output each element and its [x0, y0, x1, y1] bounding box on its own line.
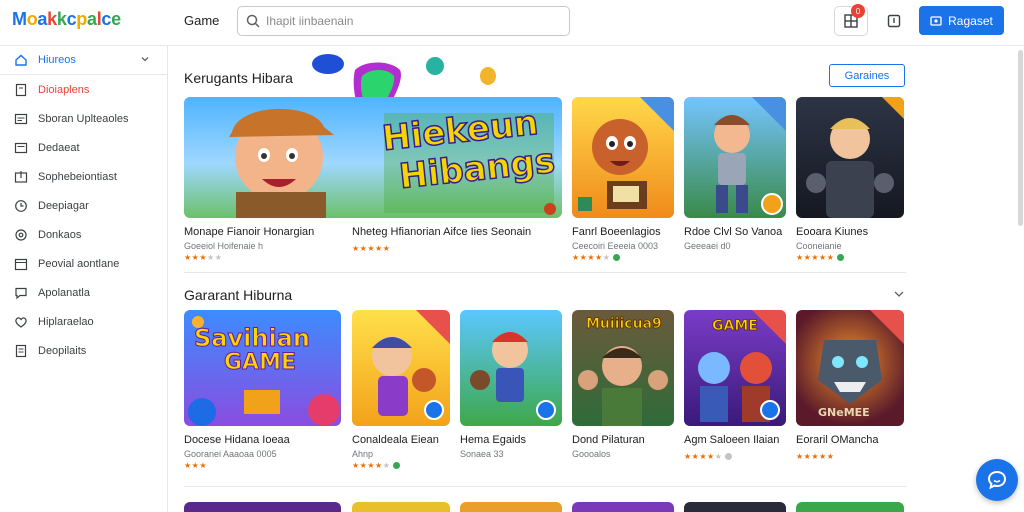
game-thumbnail[interactable]: [460, 502, 562, 512]
file-icon: [15, 83, 27, 96]
game-card[interactable]: Fanrl Boeenlagios Ceecoiri Eeeeia 0003 ★…: [572, 97, 674, 262]
rating-stars: ★★★★★: [796, 452, 835, 461]
list-icon: [14, 142, 28, 153]
rating-stars: ★★★★★: [572, 253, 674, 262]
rating-stars: ★★★★★: [684, 452, 786, 461]
chevron-down-icon[interactable]: [141, 55, 149, 63]
chevron-down-icon[interactable]: [894, 290, 904, 298]
sidebar-item-dedaeat[interactable]: Dedaeat: [0, 133, 167, 162]
rating-stars: ★★★: [184, 461, 208, 470]
rating-stars: ★★★★★: [796, 253, 904, 262]
sidebar-item-screen-updates[interactable]: Sboran Uplteaoles: [0, 104, 167, 133]
document-icon: [15, 344, 27, 357]
sidebar-item-deepiagar[interactable]: Deepiagar: [0, 191, 167, 220]
register-button[interactable]: Ragaset: [919, 6, 1004, 35]
app-logo[interactable]: Moakkcpalce: [12, 9, 121, 30]
rating-stars: ★★★★★: [352, 244, 391, 253]
see-all-button[interactable]: Garaines: [829, 64, 905, 87]
calendar-icon: [14, 258, 28, 270]
sidebar-item-displays[interactable]: Dioiaplens: [0, 75, 167, 104]
game-thumbnail[interactable]: [352, 502, 450, 512]
sidebar-item-provial[interactable]: Peovial aontlane: [0, 249, 167, 278]
game-thumbnail[interactable]: [684, 502, 786, 512]
game-card[interactable]: Conaldeala Eiean Ahnp ★★★★★: [352, 310, 450, 470]
game-card[interactable]: Savihian GAME Docese Hidana Ioeaa Gooran…: [184, 310, 341, 470]
sidebar-item-hiplaraelao[interactable]: Hiplaraelao: [0, 307, 167, 336]
game-card[interactable]: GNeMEE Eoraril OMancha ★★★★★: [796, 310, 904, 461]
sidebar-item-subscriptions[interactable]: Sophebeiontiast: [0, 162, 167, 191]
game-card[interactable]: Hiekeun Hibangs: [184, 97, 562, 218]
game-card[interactable]: Hema Egaids Sonaea 33: [460, 310, 562, 459]
search-bar[interactable]: [237, 6, 570, 36]
notifications-button[interactable]: 0: [834, 4, 868, 36]
sidebar: Hiureos Dioiaplens Sboran Uplteaoles Ded…: [0, 46, 168, 512]
game-thumbnail: Hiekeun Hibangs: [184, 97, 562, 218]
game-thumbnail: Savihian GAME: [184, 310, 341, 426]
chat-icon: [15, 287, 27, 299]
shield-badge-icon: [536, 400, 556, 420]
rating-stars: ★★★★★: [352, 461, 450, 470]
chat-button[interactable]: [976, 459, 1018, 501]
game-card[interactable]: Rdoe Clvl So Vanoa Geeeaei d0: [684, 97, 786, 251]
section-divider: [184, 486, 906, 487]
sidebar-item-home[interactable]: Hiureos: [0, 46, 167, 75]
messages-button[interactable]: [877, 6, 911, 36]
sidebar-item-deopilaits[interactable]: Deopilaits: [0, 336, 167, 365]
section-title-featured: Kerugants Hibara: [184, 70, 293, 86]
rating-stars: ★★★★★: [184, 253, 223, 262]
game-thumbnail[interactable]: [184, 502, 341, 512]
shield-badge-icon: [760, 400, 780, 420]
top-bar: Moakkcpalce Game 0 Ragaset: [0, 0, 1024, 46]
game-card[interactable]: Eooara Kiunes Cooneianie ★★★★★: [796, 97, 904, 262]
home-icon: [15, 54, 27, 66]
game-thumbnail: Muiiicua9: [572, 310, 674, 426]
image-icon: [14, 113, 28, 124]
heart-icon: [15, 316, 27, 328]
clock-icon: [15, 199, 27, 212]
game-thumbnail: GNeMEE: [796, 310, 904, 426]
settings-icon: [15, 228, 27, 241]
game-thumbnail: [572, 97, 674, 218]
chat-bubble-icon: [987, 470, 1007, 490]
game-thumbnail[interactable]: [796, 502, 904, 512]
nav-game-link[interactable]: Game: [184, 13, 219, 28]
main-content: Kerugants Hibara Garaines Hiekeun Hibang…: [168, 46, 1018, 512]
game-thumbnail: [796, 97, 904, 218]
user-card-icon: [930, 15, 942, 26]
game-thumbnail[interactable]: [572, 502, 674, 512]
sidebar-item-apolanatla[interactable]: Apolanatla: [0, 278, 167, 307]
upload-icon: [14, 170, 28, 183]
message-icon: [887, 14, 901, 28]
game-card-info[interactable]: Monape Fianoir Honargian Goeeiol Hoifena…: [184, 218, 354, 262]
notification-badge: 0: [851, 4, 865, 18]
game-thumbnail: [684, 97, 786, 218]
game-card[interactable]: GAME Agm Saloeen Ilaian ★★★★★: [684, 310, 786, 461]
scrollbar[interactable]: [1018, 50, 1023, 226]
search-input[interactable]: [266, 14, 556, 28]
game-card-info[interactable]: Nheteg Hfianorian Aifce Iies Seonain ★★★…: [352, 218, 552, 253]
game-thumbnail: [352, 310, 450, 426]
search-icon: [246, 14, 260, 28]
game-card[interactable]: Muiiicua9 Dond Pilaturan Goooalos: [572, 310, 674, 459]
sidebar-item-donkaos[interactable]: Donkaos: [0, 220, 167, 249]
shield-badge-icon: [424, 400, 444, 420]
game-thumbnail: GAME: [684, 310, 786, 426]
section-divider: [184, 272, 906, 273]
section-title-popular: Gararant Hiburna: [184, 287, 293, 303]
game-thumbnail: [460, 310, 562, 426]
